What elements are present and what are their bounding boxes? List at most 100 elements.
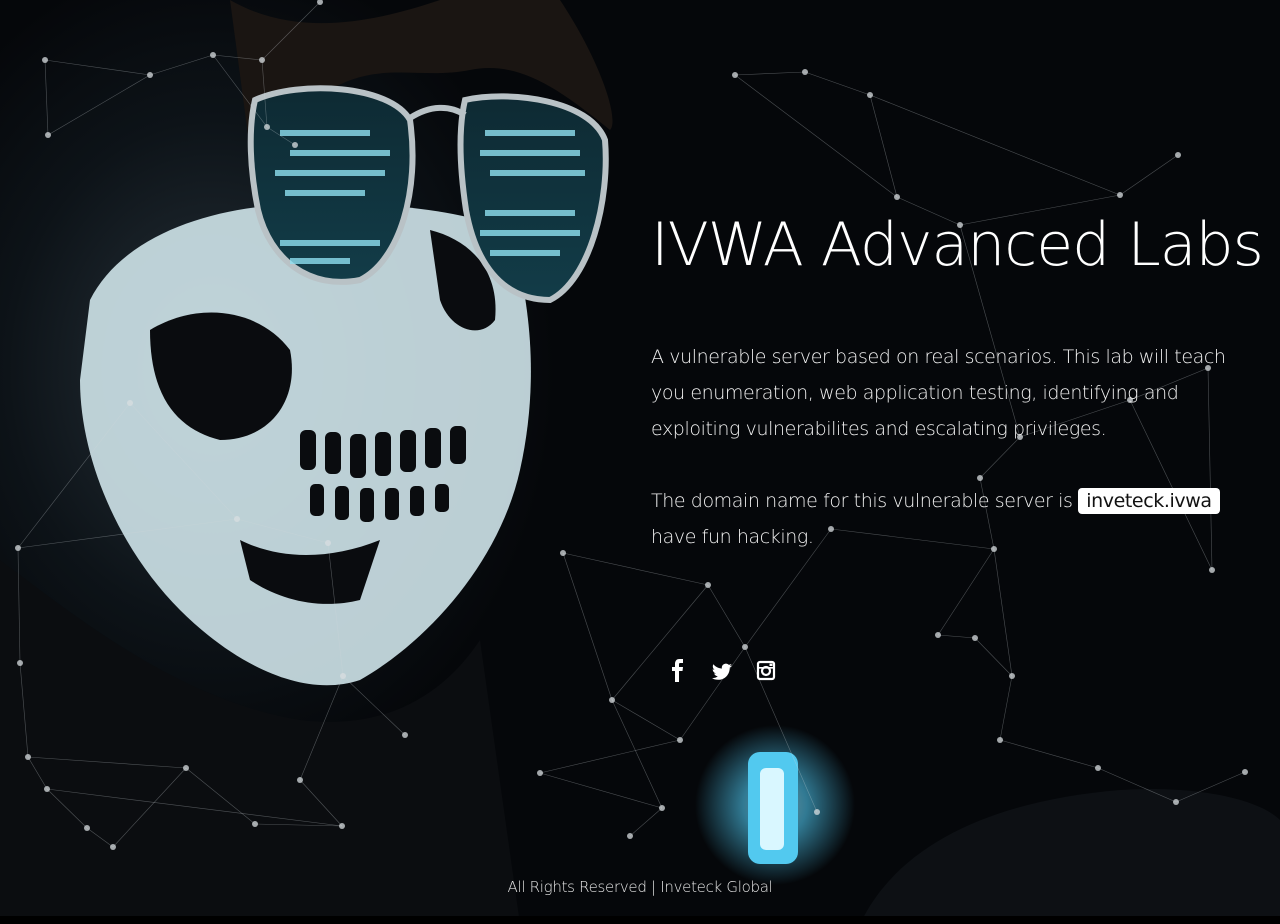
hero-content: IVWA Advanced Labs A vulnerable server b… xyxy=(651,205,1264,555)
network-line xyxy=(44,59,151,76)
social-links xyxy=(667,657,777,685)
network-node xyxy=(1175,152,1181,158)
network-line xyxy=(539,739,681,774)
network-node xyxy=(234,516,240,522)
footer-separator: | xyxy=(651,878,656,896)
network-line xyxy=(27,756,187,769)
network-node xyxy=(110,844,116,850)
network-line xyxy=(869,94,1121,196)
network-node xyxy=(84,825,90,831)
network-line xyxy=(974,637,1013,677)
network-node xyxy=(659,805,665,811)
lab-description: A vulnerable server based on real scenar… xyxy=(651,346,1226,440)
network-node xyxy=(1095,765,1101,771)
network-node xyxy=(732,72,738,78)
instagram-icon xyxy=(756,660,776,681)
network-node xyxy=(25,754,31,760)
network-line xyxy=(342,675,406,736)
network-node xyxy=(183,765,189,771)
bottom-edge xyxy=(0,916,1280,924)
domain-prefix-text: The domain name for this vulnerable serv… xyxy=(651,490,1073,512)
network-line xyxy=(86,827,114,848)
network-node xyxy=(297,777,303,783)
network-node xyxy=(802,69,808,75)
network-node xyxy=(1242,769,1248,775)
network-node xyxy=(1173,799,1179,805)
network-node xyxy=(17,660,23,666)
network-line xyxy=(562,552,613,701)
network-line xyxy=(266,126,296,146)
network-line xyxy=(1119,154,1179,196)
twitter-icon xyxy=(711,663,732,680)
domain-suffix-text: have fun hacking. xyxy=(651,526,814,548)
network-line xyxy=(212,54,263,61)
network-node xyxy=(402,732,408,738)
network-line xyxy=(327,542,344,677)
network-node xyxy=(972,635,978,641)
network-line xyxy=(734,71,806,76)
network-node xyxy=(560,550,566,556)
network-node xyxy=(814,809,820,815)
network-line xyxy=(46,788,343,827)
facebook-link[interactable] xyxy=(667,657,689,685)
network-line xyxy=(44,59,49,136)
network-node xyxy=(935,632,941,638)
network-node xyxy=(259,57,265,63)
network-line xyxy=(261,1,321,61)
network-node xyxy=(44,786,50,792)
network-line xyxy=(17,402,131,549)
network-line xyxy=(707,584,746,648)
domain-info: The domain name for this vulnerable serv… xyxy=(651,483,1251,555)
network-line xyxy=(149,54,214,76)
network-node xyxy=(264,124,270,130)
network-line xyxy=(261,59,268,128)
network-node xyxy=(1009,673,1015,679)
network-node xyxy=(677,737,683,743)
network-line xyxy=(17,547,21,664)
network-line xyxy=(993,548,1013,677)
network-line xyxy=(937,634,976,639)
network-line xyxy=(937,548,995,636)
footer-company-link[interactable]: Inveteck Global xyxy=(660,878,773,896)
network-node xyxy=(339,823,345,829)
network-line xyxy=(46,788,88,829)
network-node xyxy=(627,833,633,839)
network-line xyxy=(869,94,898,198)
network-node xyxy=(340,673,346,679)
network-line xyxy=(236,518,329,544)
network-line xyxy=(611,699,681,741)
page-title: IVWA Advanced Labs xyxy=(651,210,1264,280)
network-node xyxy=(894,194,900,200)
network-node xyxy=(210,52,216,58)
network-line xyxy=(299,675,344,781)
network-line xyxy=(804,71,871,96)
network-node xyxy=(15,545,21,551)
twitter-link[interactable] xyxy=(711,657,733,685)
network-node xyxy=(325,540,331,546)
network-line xyxy=(129,402,238,520)
network-line xyxy=(299,779,343,827)
network-node xyxy=(42,57,48,63)
network-node xyxy=(252,821,258,827)
network-line xyxy=(47,74,151,136)
network-line xyxy=(1175,771,1246,803)
network-line xyxy=(629,807,663,837)
network-node xyxy=(705,582,711,588)
footer-rights-text: All Rights Reserved xyxy=(507,878,647,896)
footer: All Rights Reserved | Inveteck Global xyxy=(0,878,1280,896)
network-node xyxy=(867,92,873,98)
domain-badge: inveteck.ivwa xyxy=(1078,488,1220,514)
network-line xyxy=(112,767,187,848)
network-node xyxy=(997,737,1003,743)
network-node xyxy=(537,770,543,776)
network-line xyxy=(562,552,709,586)
network-line xyxy=(999,675,1013,741)
network-line xyxy=(27,756,48,790)
network-line xyxy=(999,739,1099,769)
network-line xyxy=(734,74,898,198)
network-node xyxy=(609,697,615,703)
network-node xyxy=(45,132,51,138)
network-line xyxy=(1097,767,1177,803)
network-line xyxy=(17,518,238,549)
instagram-link[interactable] xyxy=(755,657,777,685)
